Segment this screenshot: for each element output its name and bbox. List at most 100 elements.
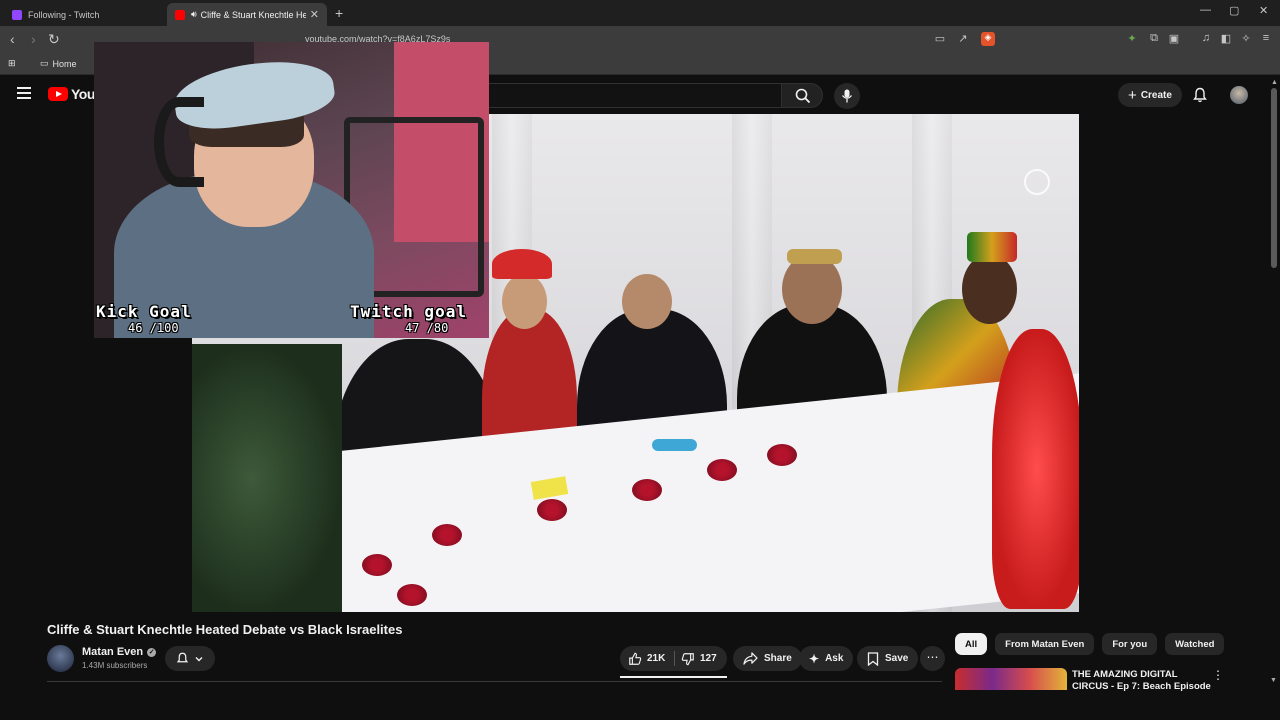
- recommended-video-title[interactable]: THE AMAZING DIGITAL CIRCUS - Ep 7: Beach…: [1072, 669, 1212, 693]
- search-button[interactable]: [781, 83, 823, 108]
- channel-avatar[interactable]: [47, 645, 74, 672]
- reload-button[interactable]: ↻: [48, 31, 60, 48]
- scroll-down-arrow-icon[interactable]: ▼: [1270, 677, 1277, 684]
- bookmark-label: Home: [52, 58, 77, 69]
- bell-icon: [176, 652, 188, 663]
- menu-icon[interactable]: ≡: [1259, 32, 1273, 46]
- chip-all[interactable]: All: [955, 633, 988, 655]
- page-scrollbar[interactable]: [1271, 88, 1277, 268]
- window-icon[interactable]: ▣: [1167, 32, 1181, 46]
- sidebar-icon[interactable]: ◧: [1219, 32, 1233, 46]
- forward-button[interactable]: ›: [31, 31, 36, 47]
- tab-title: Following - Twitch: [28, 9, 100, 20]
- kick-goal-count: 46 /100: [128, 321, 179, 335]
- subscriber-count: 1.43M subscribers: [82, 661, 148, 670]
- kufi-hat: [967, 232, 1017, 262]
- blue-cup: [652, 439, 697, 451]
- christmas-tree: [192, 344, 342, 612]
- tinsel: [397, 584, 427, 606]
- share-button[interactable]: Share: [733, 646, 802, 671]
- verified-badge-icon: ✓: [147, 647, 157, 657]
- save-button[interactable]: Save: [857, 646, 919, 671]
- video-title: Cliffe & Stuart Knechtle Heated Debate v…: [47, 622, 403, 637]
- browser-tab-bar: Following - Twitch 🔊︎ Cliffe & Stuart Kn…: [0, 0, 1280, 26]
- chip-for-you[interactable]: For you: [1102, 633, 1158, 655]
- tinsel: [537, 499, 567, 521]
- like-divider: [674, 651, 675, 666]
- tab-twitch[interactable]: Following - Twitch: [4, 3, 164, 26]
- ask-button[interactable]: ✦ Ask: [799, 646, 854, 671]
- account-avatar[interactable]: [1230, 86, 1248, 104]
- tinsel: [707, 459, 737, 481]
- notifications-bell-icon[interactable]: [1192, 87, 1208, 103]
- inflatable-santa: [992, 329, 1079, 609]
- dislike-count: 127: [700, 653, 717, 664]
- recommendation-menu-icon[interactable]: ⋮: [1212, 668, 1224, 682]
- speaker-icon: 🔊︎: [191, 9, 197, 19]
- like-bar-underline: [620, 676, 727, 678]
- share-icon: [743, 652, 758, 665]
- chip-watched[interactable]: Watched: [1165, 633, 1225, 655]
- sparkle-icon: ✦: [809, 651, 820, 666]
- related-filter-chips: All From Matan Even For you Watched: [955, 633, 1225, 655]
- folder-icon: ▭: [40, 58, 49, 68]
- chevron-down-icon: [195, 656, 203, 661]
- twitch-goal-label: Twitch goal: [350, 302, 467, 321]
- video-figure-head: [962, 254, 1017, 324]
- headband: [787, 249, 842, 264]
- thumbs-down-icon: [681, 652, 694, 665]
- share-label: Share: [764, 653, 792, 664]
- search-input[interactable]: [488, 83, 781, 108]
- twitch-goal-count: 47 /80: [405, 321, 449, 335]
- music-icon[interactable]: ♫: [1199, 32, 1213, 46]
- search-icon: [795, 88, 811, 104]
- microphone-icon: [841, 89, 853, 103]
- save-label: Save: [885, 653, 909, 664]
- description-divider: [47, 681, 942, 682]
- chip-from-channel[interactable]: From Matan Even: [995, 633, 1095, 655]
- headset: [154, 97, 204, 187]
- minimize-button[interactable]: —: [1200, 4, 1211, 16]
- create-button[interactable]: + Create: [1118, 83, 1182, 107]
- extension-icon[interactable]: ✦: [1125, 32, 1139, 46]
- create-label: Create: [1140, 89, 1172, 101]
- bookmark-icon: [867, 651, 879, 666]
- subscription-bell-button[interactable]: [165, 646, 215, 671]
- ai-icon[interactable]: ✧: [1239, 32, 1253, 46]
- more-actions-button[interactable]: ⋯: [920, 646, 945, 671]
- tinsel: [362, 554, 392, 576]
- like-dislike-bar: 21K 127: [620, 646, 727, 671]
- bookmark-home[interactable]: ▭ Home: [40, 58, 77, 69]
- share-page-icon[interactable]: ↗: [956, 32, 970, 46]
- tinsel: [767, 444, 797, 466]
- loading-spinner-icon: [1024, 169, 1050, 195]
- ask-label: Ask: [825, 653, 844, 664]
- like-button[interactable]: 21K: [628, 646, 665, 671]
- video-figure-head: [782, 254, 842, 324]
- back-button[interactable]: ‹: [10, 31, 15, 47]
- channel-name-text: Matan Even: [82, 646, 144, 658]
- puzzle-icon[interactable]: ⧉: [1147, 32, 1161, 46]
- channel-name[interactable]: Matan Even ✓: [82, 646, 157, 658]
- maximize-button[interactable]: ▢: [1229, 4, 1239, 17]
- close-window-button[interactable]: ✕: [1259, 4, 1268, 17]
- tinsel: [632, 479, 662, 501]
- dislike-button[interactable]: 127: [681, 646, 717, 671]
- video-figure-head: [622, 274, 672, 329]
- voice-search-button[interactable]: [834, 83, 860, 109]
- thumbs-up-icon: [629, 652, 642, 665]
- scroll-up-arrow-icon[interactable]: ▲: [1271, 79, 1278, 86]
- brave-shield-icon[interactable]: ◈: [981, 32, 995, 46]
- streamer-webcam-overlay: Kick Goal 46 /100 Twitch goal 47 /80: [94, 42, 489, 338]
- cast-icon[interactable]: ▭: [933, 32, 947, 46]
- tab-youtube[interactable]: 🔊︎ Cliffe & Stuart Knechtle Heate ✕: [167, 3, 327, 26]
- recommended-video-thumbnail[interactable]: [955, 668, 1067, 690]
- tinsel: [432, 524, 462, 546]
- hamburger-menu-icon[interactable]: [17, 87, 31, 99]
- youtube-favicon-icon: [175, 9, 185, 20]
- video-figure-head: [502, 274, 547, 329]
- close-tab-icon[interactable]: ✕: [310, 8, 319, 21]
- new-tab-button[interactable]: +: [335, 5, 343, 21]
- plus-icon: +: [1128, 86, 1137, 104]
- apps-grid-icon[interactable]: ⊞: [8, 58, 16, 69]
